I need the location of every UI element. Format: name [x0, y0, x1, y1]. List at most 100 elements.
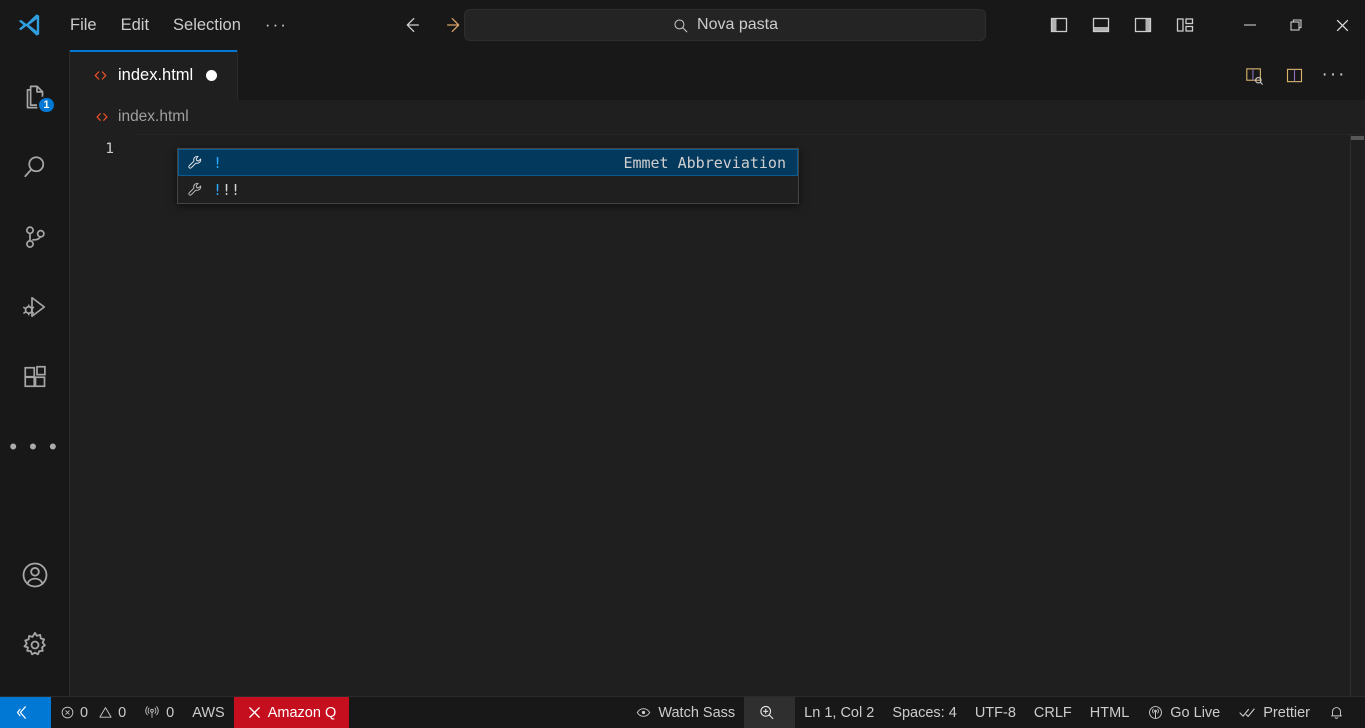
account-icon — [19, 559, 51, 591]
breadcrumb-file-label: index.html — [118, 108, 189, 125]
activity-accounts[interactable] — [0, 540, 70, 610]
open-preview-to-the-side-button[interactable] — [1239, 60, 1269, 90]
ports-count: 0 — [166, 704, 175, 721]
go-live-label: Go Live — [1170, 704, 1221, 721]
indentation-status[interactable]: Spaces: 4 — [883, 697, 966, 728]
editor-position-status[interactable]: Ln 1, Col 2 — [795, 697, 883, 728]
tab-dirty-indicator[interactable] — [206, 69, 218, 81]
toggle-panel-icon[interactable] — [1087, 11, 1115, 39]
minimize-button[interactable] — [1227, 0, 1273, 50]
watch-sass-label: Watch Sass — [658, 704, 736, 721]
zoom-status[interactable] — [744, 697, 796, 728]
navigation-buttons — [396, 10, 470, 40]
go-live-status[interactable]: Go Live — [1138, 697, 1229, 728]
suggest-row-0[interactable]: ! Emmet Abbreviation — [178, 149, 798, 176]
menu-edit[interactable]: Edit — [109, 12, 161, 39]
language-label: HTML — [1089, 704, 1130, 721]
broadcast-icon — [1147, 704, 1164, 721]
editor-tab-bar: index.html ··· — [70, 50, 1365, 100]
html-file-icon — [94, 109, 110, 125]
gear-icon — [19, 629, 51, 661]
menu-bar: File Edit Selection ··· — [58, 12, 300, 39]
remote-indicator[interactable] — [0, 697, 51, 728]
quick-input-value: Nova pasta — [697, 16, 778, 33]
activity-settings[interactable] — [0, 610, 70, 680]
activity-extensions[interactable] — [0, 342, 70, 412]
search-icon — [672, 17, 689, 34]
zoom-in-icon — [757, 703, 776, 722]
run-and-debug-icon — [20, 292, 50, 322]
check-check-icon — [1238, 703, 1257, 722]
breadcrumb[interactable]: index.html — [70, 100, 1365, 134]
warning-count: 0 — [118, 704, 127, 721]
tab-label: index.html — [118, 65, 194, 84]
amazon-q-status[interactable]: Amazon Q — [233, 697, 350, 728]
problems-status[interactable]: 0 0 — [51, 697, 135, 728]
error-count: 0 — [80, 704, 89, 721]
go-back-button[interactable] — [396, 10, 426, 40]
ports-status[interactable]: 0 — [135, 697, 183, 728]
close-button[interactable] — [1319, 0, 1365, 50]
window-actions — [1045, 0, 1365, 50]
code-editor[interactable]: 1 ! ! Emmet Abbreviation — [70, 134, 1365, 696]
status-bar: 0 0 0 AWS Amazon Q Watch Sass Ln 1, Col … — [0, 696, 1365, 728]
language-mode-status[interactable]: HTML — [1081, 697, 1138, 728]
activity-run-debug[interactable] — [0, 272, 70, 342]
status-bar-spacer — [349, 697, 626, 728]
suggest-label: !!! — [213, 181, 240, 199]
activity-source-control[interactable] — [0, 202, 70, 272]
suggest-label-match: ! — [213, 153, 223, 172]
bell-icon — [1328, 704, 1345, 721]
suggest-label-match: ! — [213, 180, 223, 199]
encoding-label: UTF-8 — [974, 704, 1016, 721]
encoding-status[interactable]: UTF-8 — [966, 697, 1025, 728]
suggest-label-rest: !! — [222, 180, 241, 199]
status-bar-right: Watch Sass Ln 1, Col 2 Spaces: 4 UTF-8 C… — [626, 697, 1365, 728]
vscode-window: File Edit Selection ··· Nova pasta 1 • •… — [0, 0, 1365, 728]
suggest-widget[interactable]: ! Emmet Abbreviation !!! — [177, 148, 799, 204]
watch-sass-status[interactable]: Watch Sass — [626, 697, 744, 728]
menu-file[interactable]: File — [58, 12, 109, 39]
eol-label: CRLF — [1033, 704, 1072, 721]
notifications-status[interactable] — [1319, 697, 1365, 728]
quick-input-search-box[interactable]: Nova pasta — [464, 9, 986, 41]
activity-explorer[interactable]: 1 — [0, 62, 70, 132]
suggest-label: ! — [213, 154, 222, 172]
suggest-row-1[interactable]: !!! — [178, 176, 798, 203]
editor-top-rule — [138, 134, 1365, 135]
activity-bar-top: 1 • • • — [0, 50, 70, 482]
workbench-body: 1 • • • index.html ··· index.html 1 ! Em… — [0, 50, 1365, 696]
toggle-secondary-sidebar-icon[interactable] — [1129, 11, 1157, 39]
ellipsis-icon: ··· — [1321, 64, 1347, 85]
indentation-label: Spaces: 4 — [892, 704, 957, 721]
snippet-wrench-icon — [186, 181, 204, 199]
menu-selection[interactable]: Selection — [161, 12, 253, 39]
scrollbar-thumb[interactable] — [1351, 136, 1364, 140]
eol-status[interactable]: CRLF — [1025, 697, 1081, 728]
html-file-icon — [92, 67, 109, 84]
split-editor-right-button[interactable] — [1279, 60, 1309, 90]
eye-icon — [635, 704, 652, 721]
editor-actions: ··· — [1239, 50, 1365, 100]
editor-group: index.html ··· index.html 1 ! Emmet Abbr… — [70, 50, 1365, 696]
amazon-q-label: Amazon Q — [267, 704, 337, 721]
customize-layout-icon[interactable] — [1171, 11, 1199, 39]
aws-label: AWS — [192, 704, 225, 721]
maximize-button[interactable] — [1273, 0, 1319, 50]
prettier-status[interactable]: Prettier — [1229, 697, 1319, 728]
error-icon — [60, 705, 75, 720]
explorer-badge: 1 — [37, 96, 56, 114]
tab-index-html[interactable]: index.html — [70, 50, 238, 100]
activity-search[interactable] — [0, 132, 70, 202]
ellipsis-icon: • • • — [9, 434, 60, 459]
editor-scrollbar[interactable] — [1351, 134, 1365, 696]
aws-status[interactable]: AWS — [183, 697, 234, 728]
vscode-logo-icon — [0, 12, 58, 38]
warning-icon — [98, 705, 113, 720]
source-control-icon — [20, 222, 50, 252]
activity-more[interactable]: • • • — [0, 412, 70, 482]
menu-overflow-button[interactable]: ··· — [253, 13, 300, 37]
toggle-primary-sidebar-icon[interactable] — [1045, 11, 1073, 39]
more-actions-button[interactable]: ··· — [1319, 60, 1349, 90]
extensions-icon — [20, 362, 50, 392]
